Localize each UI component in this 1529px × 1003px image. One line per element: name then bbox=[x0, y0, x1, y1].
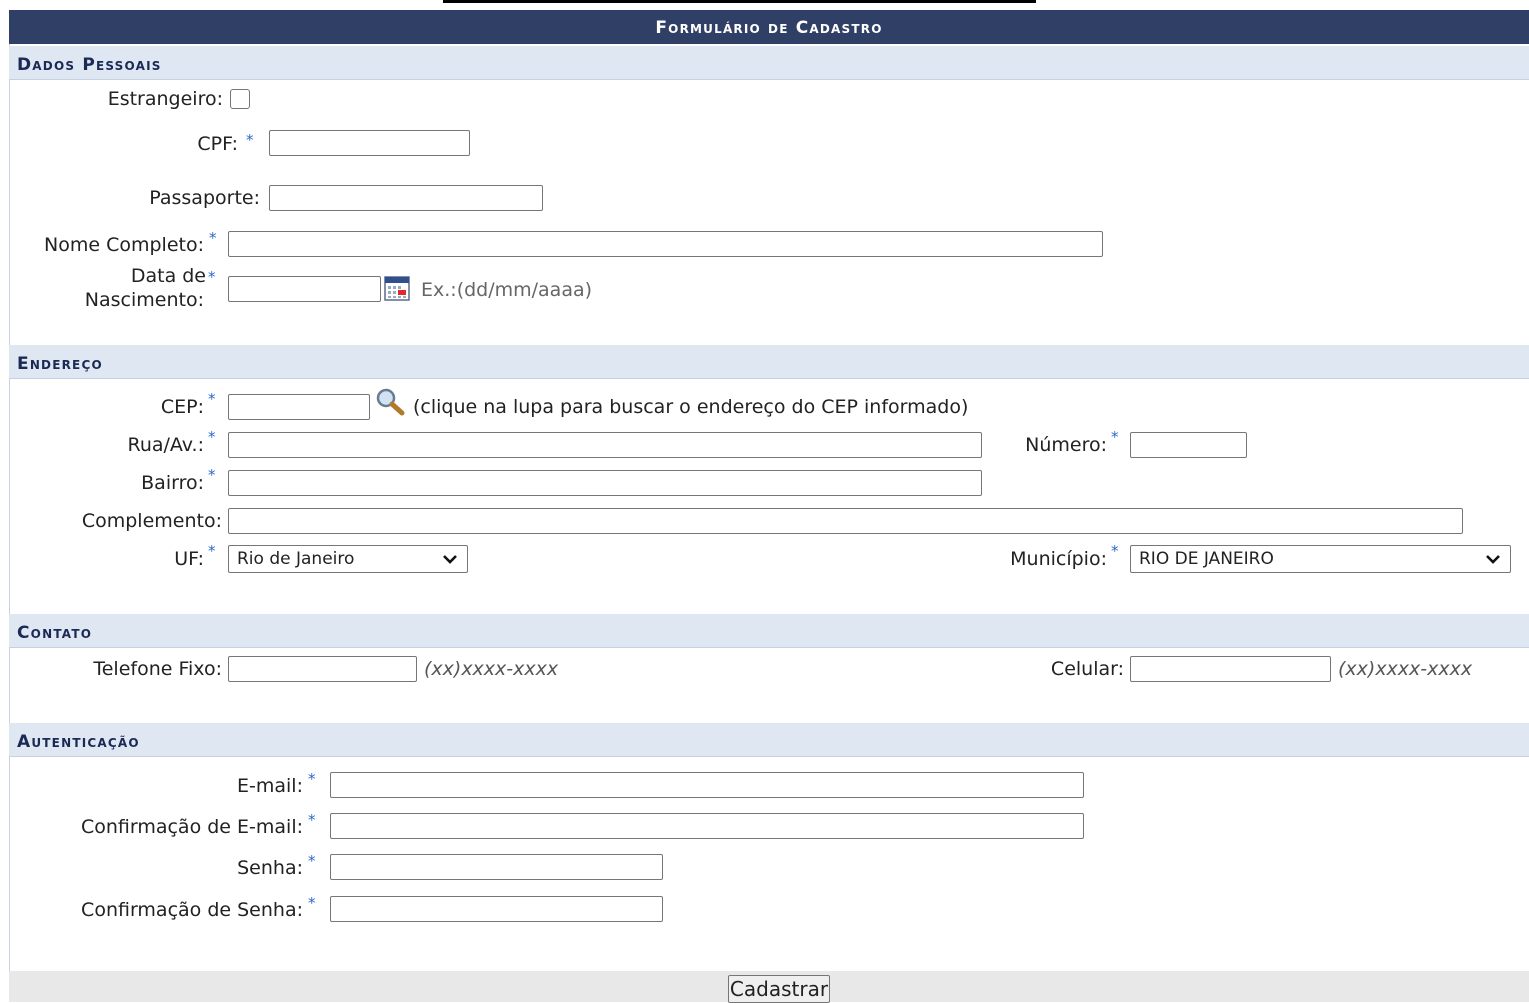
cep-search-hint: (clique na lupa para buscar o endereço d… bbox=[413, 396, 969, 418]
email-input[interactable] bbox=[330, 772, 1084, 798]
numero-input[interactable] bbox=[1130, 432, 1247, 458]
municipio-selected-value: RIO DE JANEIRO bbox=[1139, 549, 1274, 569]
required-star: * bbox=[246, 131, 254, 149]
required-star: * bbox=[208, 466, 216, 484]
required-star: * bbox=[208, 542, 216, 560]
cpf-label: CPF: bbox=[197, 133, 238, 155]
required-star: * bbox=[308, 894, 316, 912]
senha-confirm-label: Confirmação de Senha: bbox=[81, 899, 303, 921]
data-nascimento-input[interactable] bbox=[228, 276, 381, 302]
uf-label: UF: bbox=[174, 548, 204, 570]
section-autenticacao: Autenticação bbox=[9, 723, 1529, 757]
telefone-format-hint: (xx)xxxx-xxxx bbox=[424, 658, 559, 680]
section-contato: Contato bbox=[9, 614, 1529, 648]
uf-select[interactable]: Rio de Janeiro bbox=[228, 545, 468, 573]
magnifier-icon[interactable] bbox=[374, 387, 406, 417]
section-endereco: Endereço bbox=[9, 345, 1529, 379]
cep-input[interactable] bbox=[228, 394, 370, 420]
cep-label: CEP: bbox=[160, 396, 204, 418]
required-star: * bbox=[308, 770, 316, 788]
municipio-label: Município: bbox=[1010, 548, 1107, 570]
telefone-fixo-label: Telefone Fixo: bbox=[93, 658, 222, 680]
passaporte-input[interactable] bbox=[269, 185, 543, 211]
email-confirm-input[interactable] bbox=[330, 813, 1084, 839]
cpf-input[interactable] bbox=[269, 130, 470, 156]
registration-form bbox=[9, 10, 1529, 1002]
required-star: * bbox=[208, 390, 216, 408]
celular-input[interactable] bbox=[1130, 656, 1331, 682]
senha-confirm-input[interactable] bbox=[330, 896, 663, 922]
nome-completo-input[interactable] bbox=[228, 231, 1103, 257]
email-confirm-label: Confirmação de E-mail: bbox=[80, 816, 303, 838]
complemento-label: Complemento: bbox=[81, 510, 222, 532]
passaporte-label: Passaporte: bbox=[149, 187, 260, 209]
estrangeiro-label: Estrangeiro: bbox=[107, 88, 223, 110]
celular-label: Celular: bbox=[1050, 658, 1124, 680]
required-star: * bbox=[308, 811, 316, 829]
data-nascimento-label-line2: Nascimento: bbox=[84, 289, 204, 311]
nome-completo-label: Nome Completo: bbox=[44, 234, 204, 256]
top-rule bbox=[443, 0, 1036, 3]
senha-label: Senha: bbox=[237, 857, 303, 879]
chevron-down-icon bbox=[1486, 555, 1500, 564]
rua-input[interactable] bbox=[228, 432, 982, 458]
celular-format-hint: (xx)xxxx-xxxx bbox=[1338, 658, 1473, 680]
chevron-down-icon bbox=[443, 555, 457, 564]
required-star: * bbox=[1111, 542, 1119, 560]
estrangeiro-checkbox[interactable] bbox=[230, 89, 250, 109]
form-title: Formulário de Cadastro bbox=[9, 10, 1529, 44]
required-star: * bbox=[208, 268, 216, 286]
email-label: E-mail: bbox=[237, 775, 303, 797]
numero-label: Número: bbox=[1025, 434, 1107, 456]
required-star: * bbox=[208, 428, 216, 446]
section-dados-pessoais: Dados Pessoais bbox=[9, 46, 1529, 80]
data-nascimento-label-line1: Data de bbox=[130, 265, 206, 287]
rua-label: Rua/Av.: bbox=[127, 434, 204, 456]
bairro-input[interactable] bbox=[228, 470, 982, 496]
calendar-icon[interactable] bbox=[384, 275, 410, 301]
required-star: * bbox=[1111, 428, 1119, 446]
required-star: * bbox=[308, 852, 316, 870]
uf-selected-value: Rio de Janeiro bbox=[237, 549, 355, 569]
complemento-input[interactable] bbox=[228, 508, 1463, 534]
senha-input[interactable] bbox=[330, 854, 663, 880]
municipio-select[interactable]: RIO DE JANEIRO bbox=[1130, 545, 1511, 573]
bairro-label: Bairro: bbox=[141, 472, 204, 494]
telefone-fixo-input[interactable] bbox=[228, 656, 417, 682]
data-nascimento-format-hint: Ex.:(dd/mm/aaaa) bbox=[421, 279, 593, 301]
required-star: * bbox=[209, 229, 217, 247]
cadastrar-button[interactable]: Cadastrar bbox=[728, 975, 830, 1003]
